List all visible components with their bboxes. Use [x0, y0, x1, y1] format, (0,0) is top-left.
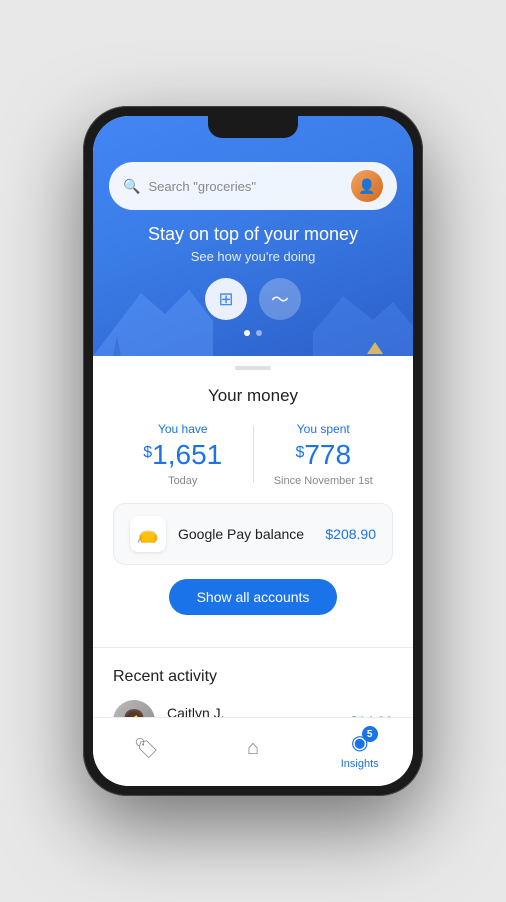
you-spent-label: You spent — [264, 422, 384, 436]
transaction-avatar: 👩 — [113, 700, 155, 717]
dot-1 — [244, 330, 250, 336]
home-icon: ⌂ — [247, 737, 259, 760]
transaction-name: Caitlyn J. — [167, 705, 326, 717]
recent-activity-section: Recent activity 👩 Caitlyn J. Yesterday ·… — [93, 656, 413, 717]
header-subtitle: See how you're doing — [109, 249, 397, 264]
phone-screen: 🔍 Search "groceries" 👤 Stay on top of yo… — [93, 116, 413, 786]
you-spent-amount: $778 — [264, 440, 384, 471]
search-input[interactable]: Search "groceries" — [148, 179, 343, 194]
phone-frame: 🔍 Search "groceries" 👤 Stay on top of yo… — [83, 106, 423, 796]
you-spent-stat: You spent $778 Since November 1st — [254, 422, 394, 487]
nav-item-home[interactable]: ⌂ — [200, 733, 307, 767]
balance-label: Google Pay balance — [178, 526, 313, 542]
your-money-section: Your money You have $1,651 Today You spe… — [93, 378, 413, 639]
dot-2 — [256, 330, 262, 336]
trending-icon: 〜 — [271, 286, 289, 312]
recent-activity-title: Recent activity — [113, 668, 393, 686]
phone-notch — [208, 116, 298, 138]
search-bar[interactable]: 🔍 Search "groceries" 👤 — [109, 162, 397, 210]
chart-icon-btn[interactable]: ⊞ — [205, 278, 247, 320]
you-spent-currency: $ — [295, 444, 304, 462]
nav-item-tag[interactable]: 🏷 — [93, 732, 200, 768]
show-all-accounts-button[interactable]: Show all accounts — [169, 579, 338, 615]
transaction-info: Caitlyn J. Yesterday · Google Pay — [167, 705, 326, 717]
you-have-amount: $1,651 — [123, 440, 243, 471]
you-have-currency: $ — [143, 444, 152, 462]
drag-handle — [235, 366, 271, 370]
you-have-sublabel: Today — [123, 475, 243, 487]
pagination-dots — [109, 330, 397, 336]
tag-icon: 🏷 — [134, 736, 159, 761]
header-icons: ⊞ 〜 — [109, 278, 397, 320]
nav-item-insights[interactable]: 5 ◉ Insights — [306, 726, 413, 774]
trending-icon-btn[interactable]: 〜 — [259, 278, 301, 320]
you-have-label: You have — [123, 422, 243, 436]
balance-amount: $208.90 — [325, 526, 376, 542]
chart-icon: ⊞ — [218, 289, 233, 310]
main-content: Your money You have $1,651 Today You spe… — [93, 356, 413, 717]
balance-card[interactable]: 👝 Google Pay balance $208.90 — [113, 503, 393, 565]
search-icon: 🔍 — [123, 178, 140, 195]
bottom-nav: 🏷 ⌂ 5 ◉ Insights — [93, 717, 413, 786]
transaction-item[interactable]: 👩 Caitlyn J. Yesterday · Google Pay + $1… — [113, 700, 393, 717]
you-spent-sublabel: Since November 1st — [264, 475, 384, 487]
your-money-title: Your money — [113, 386, 393, 406]
googlepay-icon: 👝 — [130, 516, 166, 552]
wallet-icon: 👝 — [137, 523, 159, 544]
insights-label: Insights — [341, 758, 379, 770]
header-section: 🔍 Search "groceries" 👤 Stay on top of yo… — [93, 116, 413, 356]
money-stats: You have $1,651 Today You spent $778 Sin… — [113, 422, 393, 487]
insights-badge: 5 — [362, 726, 378, 742]
avatar[interactable]: 👤 — [351, 170, 383, 202]
section-divider — [93, 647, 413, 648]
you-have-stat: You have $1,651 Today — [113, 422, 253, 487]
header-title: Stay on top of your money — [109, 224, 397, 245]
